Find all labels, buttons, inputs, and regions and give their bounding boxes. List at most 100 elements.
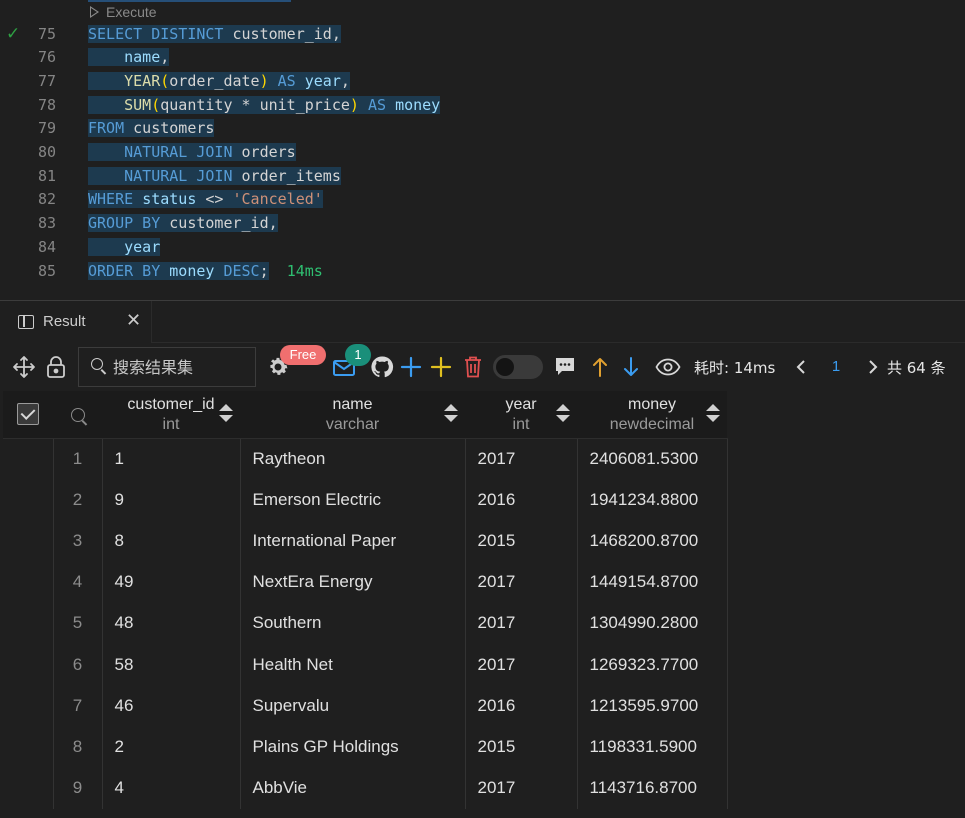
table-row[interactable]: 5 48 Southern 2017 1304990.2800 [3, 602, 728, 644]
sql-editor[interactable]: Execute ✓ 75 SELECT DISTINCT customer_id, 7… [0, 0, 965, 300]
row-select-cell[interactable] [3, 561, 54, 603]
column-header-customer-id[interactable]: customer_id int [102, 391, 240, 439]
column-header-money[interactable]: money newdecimal [577, 391, 727, 439]
table-row[interactable]: 3 8 International Paper 2015 1468200.8700 [3, 520, 728, 562]
cell-year[interactable]: 2017 [465, 561, 578, 603]
cell-year[interactable]: 2017 [465, 438, 578, 480]
table-row[interactable]: 1 1 Raytheon 2017 2406081.5300 [3, 438, 728, 480]
result-search[interactable] [78, 347, 256, 387]
cell-year[interactable]: 2017 [465, 643, 578, 686]
code-line[interactable]: 81 NATURAL JOIN order_items [0, 165, 965, 189]
cell-name[interactable]: Supervalu [240, 685, 466, 727]
chevron-right-icon[interactable] [864, 343, 882, 391]
add-row-icon[interactable] [398, 343, 424, 391]
cell-customer-id[interactable]: 9 [102, 479, 241, 521]
cell-money[interactable]: 1304990.2800 [577, 602, 728, 644]
cell-customer-id[interactable]: 1 [102, 438, 241, 480]
execute-codelens[interactable]: Execute [90, 2, 157, 22]
cell-year[interactable]: 2016 [465, 685, 578, 727]
row-search-cell[interactable] [53, 391, 102, 439]
table-row[interactable]: 4 49 NextEra Energy 2017 1449154.8700 [3, 561, 728, 603]
row-select-cell[interactable] [3, 438, 54, 480]
arrow-up-icon[interactable] [589, 343, 611, 391]
code-line[interactable]: 82 WHERE status <> 'Canceled' [0, 188, 965, 212]
cell-name[interactable]: Emerson Electric [240, 479, 466, 521]
cell-money[interactable]: 1468200.8700 [577, 520, 728, 562]
sort-icon[interactable] [706, 404, 720, 424]
table-row[interactable]: 8 2 Plains GP Holdings 2015 1198331.5900 [3, 726, 728, 768]
eye-icon[interactable] [654, 343, 682, 391]
cell-money[interactable]: 1198331.5900 [577, 726, 728, 768]
tab-result[interactable]: Result ✕ [0, 301, 152, 343]
search-icon[interactable] [70, 408, 85, 423]
select-all-checkbox[interactable] [17, 403, 39, 426]
cell-name[interactable]: Plains GP Holdings [240, 726, 466, 768]
github-icon[interactable] [368, 343, 396, 391]
cell-year[interactable]: 2015 [465, 520, 578, 562]
page-number[interactable]: 1 [828, 358, 844, 375]
cell-money[interactable]: 2406081.5300 [577, 438, 728, 480]
move-icon[interactable] [10, 343, 38, 391]
row-select-cell[interactable] [3, 520, 54, 562]
code-line[interactable]: 83 GROUP BY customer_id, [0, 212, 965, 236]
cell-money[interactable]: 1213595.9700 [577, 685, 728, 727]
free-badge[interactable]: Free [280, 345, 326, 365]
cell-customer-id[interactable]: 48 [102, 602, 241, 644]
cell-customer-id[interactable]: 4 [102, 767, 241, 809]
code-token: FROM [88, 119, 125, 138]
row-select-cell[interactable] [3, 685, 54, 727]
row-select-cell[interactable] [3, 602, 54, 644]
table-row[interactable]: 6 58 Health Net 2017 1269323.7700 [3, 643, 728, 686]
row-select-cell[interactable] [3, 767, 54, 809]
row-select-cell[interactable] [3, 643, 54, 686]
cell-name[interactable]: NextEra Energy [240, 561, 466, 603]
column-header-year[interactable]: year int [465, 391, 577, 439]
cell-money[interactable]: 1941234.8800 [577, 479, 728, 521]
code-line[interactable]: 84 year [0, 236, 965, 260]
cell-money[interactable]: 1143716.8700 [577, 767, 728, 809]
arrow-down-icon[interactable] [620, 343, 642, 391]
close-icon[interactable]: ✕ [126, 310, 141, 331]
cell-year[interactable]: 2017 [465, 602, 578, 644]
select-all-cell[interactable] [3, 391, 53, 439]
cell-name[interactable]: International Paper [240, 520, 466, 562]
cell-customer-id[interactable]: 8 [102, 520, 241, 562]
cell-customer-id[interactable]: 46 [102, 685, 241, 727]
cell-name[interactable]: Raytheon [240, 438, 466, 480]
code-line[interactable]: 80 NATURAL JOIN orders [0, 141, 965, 165]
code-line[interactable]: 85 ORDER BY money DESC; 14ms [0, 260, 965, 284]
sort-icon[interactable] [444, 404, 458, 424]
row-select-cell[interactable] [3, 479, 54, 521]
sort-icon[interactable] [556, 404, 570, 424]
code-text: YEAR(order_date) AS year, [88, 70, 350, 94]
toggle-switch[interactable] [493, 355, 543, 379]
sort-icon[interactable] [219, 404, 233, 424]
code-line[interactable]: 79 FROM customers [0, 117, 965, 141]
cell-year[interactable]: 2017 [465, 767, 578, 809]
code-line[interactable]: 77 YEAR(order_date) AS year, [0, 70, 965, 94]
code-line[interactable]: 76 name, [0, 46, 965, 70]
cell-customer-id[interactable]: 58 [102, 643, 241, 686]
cell-customer-id[interactable]: 2 [102, 726, 241, 768]
code-line[interactable]: ✓ 75 SELECT DISTINCT customer_id, [0, 23, 965, 47]
cell-money[interactable]: 1449154.8700 [577, 561, 728, 603]
delete-row-icon[interactable] [460, 343, 486, 391]
code-line[interactable]: 78 SUM(quantity * unit_price) AS money [0, 94, 965, 118]
result-search-input[interactable] [113, 356, 253, 378]
lock-icon[interactable] [42, 343, 70, 391]
cell-money[interactable]: 1269323.7700 [577, 643, 728, 686]
comment-icon[interactable] [552, 343, 578, 391]
table-row[interactable]: 2 9 Emerson Electric 2016 1941234.8800 [3, 479, 728, 521]
table-row[interactable]: 9 4 AbbVie 2017 1143716.8700 [3, 767, 728, 809]
insert-row-icon[interactable] [428, 343, 454, 391]
cell-customer-id[interactable]: 49 [102, 561, 241, 603]
cell-name[interactable]: Southern [240, 602, 466, 644]
chevron-left-icon[interactable] [792, 343, 810, 391]
cell-year[interactable]: 2016 [465, 479, 578, 521]
column-header-name[interactable]: name varchar [240, 391, 465, 439]
row-select-cell[interactable] [3, 726, 54, 768]
cell-name[interactable]: AbbVie [240, 767, 466, 809]
table-row[interactable]: 7 46 Supervalu 2016 1213595.9700 [3, 685, 728, 727]
cell-year[interactable]: 2015 [465, 726, 578, 768]
cell-name[interactable]: Health Net [240, 643, 466, 686]
